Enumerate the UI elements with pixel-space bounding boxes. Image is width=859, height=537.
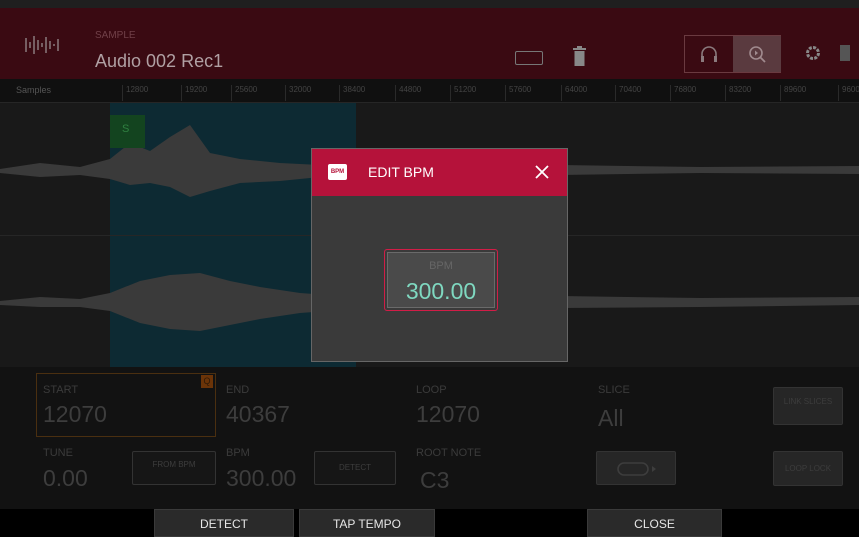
bpm-field-label: BPM bbox=[429, 260, 453, 272]
battery-icon bbox=[840, 45, 850, 61]
quantize-badge: Q bbox=[201, 375, 213, 388]
sample-ruler[interactable]: Samples 12800 19200 25600 32000 38400 44… bbox=[0, 79, 859, 103]
zoom-toggle[interactable] bbox=[733, 36, 781, 72]
keyboard-icon[interactable] bbox=[515, 51, 543, 65]
slice-value[interactable]: All bbox=[598, 405, 624, 432]
title-bar: SAMPLE Audio 002 Rec1 bbox=[0, 8, 859, 79]
title-small-label: SAMPLE bbox=[95, 30, 136, 41]
page-title: Audio 002 Rec1 bbox=[95, 51, 224, 71]
close-button[interactable]: CLOSE bbox=[587, 509, 722, 537]
dialog-header: BPM EDIT BPM bbox=[312, 149, 567, 196]
loop-icon bbox=[617, 462, 656, 476]
start-marker[interactable]: S bbox=[110, 115, 145, 148]
zoom-icon bbox=[749, 46, 766, 63]
slice-label: SLICE bbox=[598, 384, 630, 396]
loop-label: LOOP bbox=[416, 384, 447, 396]
root-note-label: ROOT NOTE bbox=[416, 447, 482, 459]
dialog-body: BPM 300.00 bbox=[312, 196, 567, 361]
bpm-field-value: 300.00 bbox=[405, 278, 477, 304]
ruler-tick: 12800 bbox=[122, 85, 148, 101]
tap-tempo-button[interactable]: TAP TEMPO bbox=[299, 509, 435, 537]
ruler-tick: 44800 bbox=[395, 85, 421, 101]
link-slices-button[interactable]: LINK SLICES bbox=[773, 387, 843, 425]
ruler-tick: 32000 bbox=[285, 85, 311, 101]
bpm-field[interactable]: BPM 300.00 bbox=[384, 249, 498, 311]
ruler-tick: 64000 bbox=[561, 85, 587, 101]
view-toggle-group bbox=[684, 35, 781, 73]
start-value: 12070 bbox=[43, 401, 107, 427]
bottom-bar: DETECT TAP TEMPO CLOSE bbox=[0, 509, 859, 537]
ruler-tick: 38400 bbox=[339, 85, 365, 101]
ruler-label: Samples bbox=[16, 85, 52, 95]
ruler-tick: 70400 bbox=[615, 85, 641, 101]
ruler-tick: 9600 bbox=[838, 85, 859, 101]
ruler-tick: 51200 bbox=[450, 85, 476, 101]
bpm-param-label: BPM bbox=[226, 447, 250, 459]
headphones-toggle[interactable] bbox=[685, 36, 733, 72]
from-bpm-button[interactable]: FROM BPM bbox=[132, 451, 216, 485]
root-note-value[interactable]: C3 bbox=[420, 467, 449, 494]
ruler-tick: 89600 bbox=[780, 85, 806, 101]
headphones-icon bbox=[701, 46, 717, 62]
loop-lock-button[interactable]: LOOP LOCK bbox=[773, 451, 843, 486]
tune-value[interactable]: 0.00 bbox=[43, 465, 88, 492]
waveform-icon[interactable] bbox=[24, 34, 60, 56]
detect-button[interactable]: DETECT bbox=[154, 509, 294, 537]
edit-bpm-dialog: BPM EDIT BPM BPM 300.00 bbox=[311, 148, 568, 362]
ruler-tick: 25600 bbox=[231, 85, 257, 101]
dialog-title: EDIT BPM bbox=[368, 164, 434, 180]
loop-toggle-button[interactable] bbox=[596, 451, 676, 485]
trash-icon[interactable] bbox=[573, 46, 586, 66]
bpm-param-value[interactable]: 300.00 bbox=[226, 465, 296, 492]
ruler-tick: 83200 bbox=[725, 85, 751, 101]
loop-value[interactable]: 12070 bbox=[416, 401, 480, 428]
tune-label: TUNE bbox=[43, 447, 73, 459]
ruler-tick: 76800 bbox=[670, 85, 696, 101]
bpm-icon: BPM bbox=[328, 164, 347, 180]
start-label: START bbox=[43, 384, 79, 396]
gear-icon[interactable] bbox=[804, 44, 822, 62]
end-value[interactable]: 40367 bbox=[226, 401, 290, 428]
detect-param-button[interactable]: DETECT bbox=[314, 451, 396, 485]
ruler-tick: 19200 bbox=[181, 85, 207, 101]
parameter-panel: Q START 12070 END 40367 LOOP 12070 SLICE… bbox=[0, 367, 859, 509]
ruler-tick: 57600 bbox=[505, 85, 531, 101]
close-icon[interactable] bbox=[532, 162, 552, 182]
end-label: END bbox=[226, 384, 250, 396]
